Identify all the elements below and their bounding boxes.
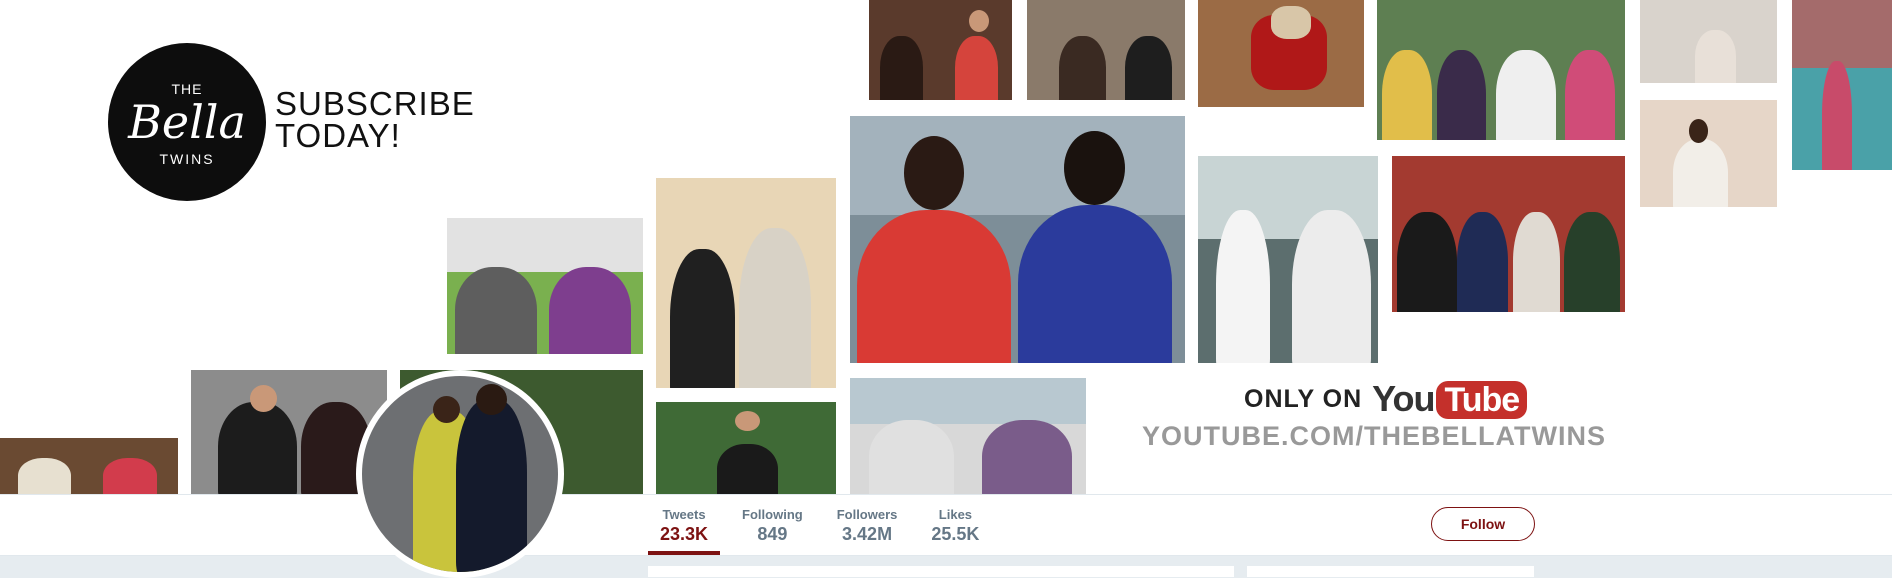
- profile-stats: Tweets 23.3K Following 849 Followers 3.4…: [648, 495, 1001, 555]
- youtube-logo: You Tube: [1372, 378, 1528, 420]
- photo-couple-ring: [869, 0, 1012, 100]
- photo-poolside: [850, 378, 1086, 494]
- photo-dog: [1198, 0, 1364, 107]
- profile-avatar[interactable]: [356, 370, 564, 578]
- photo-wedding-dress: [1198, 156, 1378, 363]
- photo-selfie-right: [1640, 100, 1777, 207]
- photo-yoga: [447, 218, 643, 354]
- content-card-side: [1247, 566, 1534, 577]
- photo-top-right-pool: [1792, 0, 1892, 170]
- photo-pregnant-doorway: [656, 178, 836, 388]
- stat-followers[interactable]: Followers 3.42M: [825, 495, 910, 555]
- photo-group-pregnant: [1377, 0, 1625, 140]
- profile-banner: THE Bella TWINS SUBSCRIBE TODAY! ONLY ON…: [0, 0, 1892, 494]
- stat-likes[interactable]: Likes 25.5K: [919, 495, 991, 555]
- logo-text-bella: Bella: [128, 95, 246, 149]
- youtube-url: YOUTUBE.COM/THEBELLATWINS: [1142, 421, 1606, 451]
- profile-nav: Tweets 23.3K Following 849 Followers 3.4…: [0, 494, 1892, 556]
- only-on-youtube: ONLY ON You Tube: [1244, 378, 1528, 420]
- photo-family-group: [1392, 156, 1625, 312]
- subscribe-today-text: SUBSCRIBE TODAY!: [275, 85, 475, 154]
- content-card-main: [648, 566, 1234, 577]
- photo-twins-main: [850, 116, 1185, 363]
- logo-text-twins: TWINS: [159, 151, 215, 167]
- bella-twins-logo: THE Bella TWINS: [108, 43, 266, 201]
- photo-top-right-1: [1640, 0, 1777, 83]
- stat-following[interactable]: Following 849: [730, 495, 815, 555]
- photo-leaves-portrait: [656, 402, 836, 494]
- photo-bottom-left: [0, 438, 178, 494]
- follow-button[interactable]: Follow: [1431, 507, 1535, 541]
- photo-makeup: [1027, 0, 1185, 100]
- stat-tweets[interactable]: Tweets 23.3K: [648, 495, 721, 555]
